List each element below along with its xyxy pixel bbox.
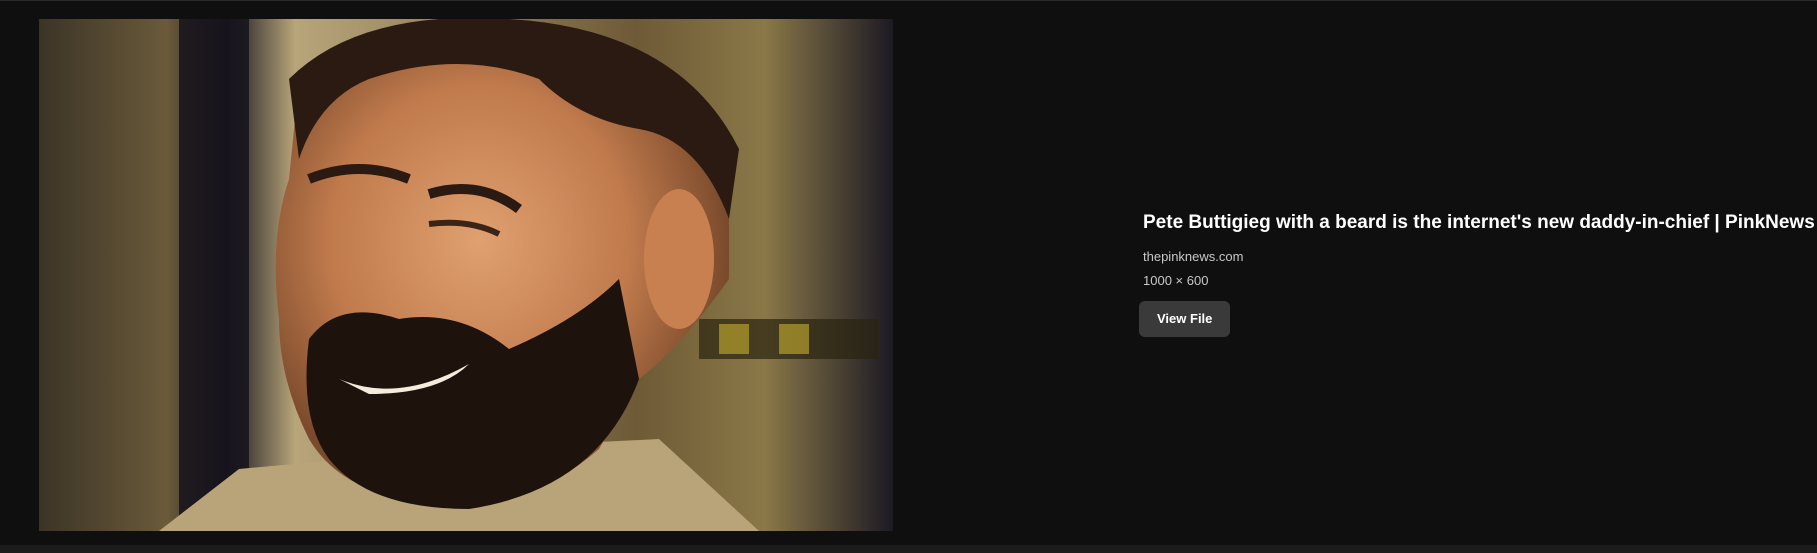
preview-image[interactable] — [39, 19, 893, 531]
photo-illustration — [39, 19, 893, 531]
image-dimensions: 1000 × 600 — [1143, 273, 1209, 288]
image-title[interactable]: Pete Buttigieg with a beard is the inter… — [1143, 211, 1815, 235]
image-info: Pete Buttigieg with a beard is the inter… — [1139, 211, 1815, 337]
source-domain[interactable]: thepinknews.com — [1143, 249, 1803, 265]
image-detail-panel: Pete Buttigieg with a beard is the inter… — [0, 0, 1817, 545]
bottom-divider — [0, 545, 1817, 553]
view-file-button[interactable]: View File — [1139, 301, 1231, 337]
